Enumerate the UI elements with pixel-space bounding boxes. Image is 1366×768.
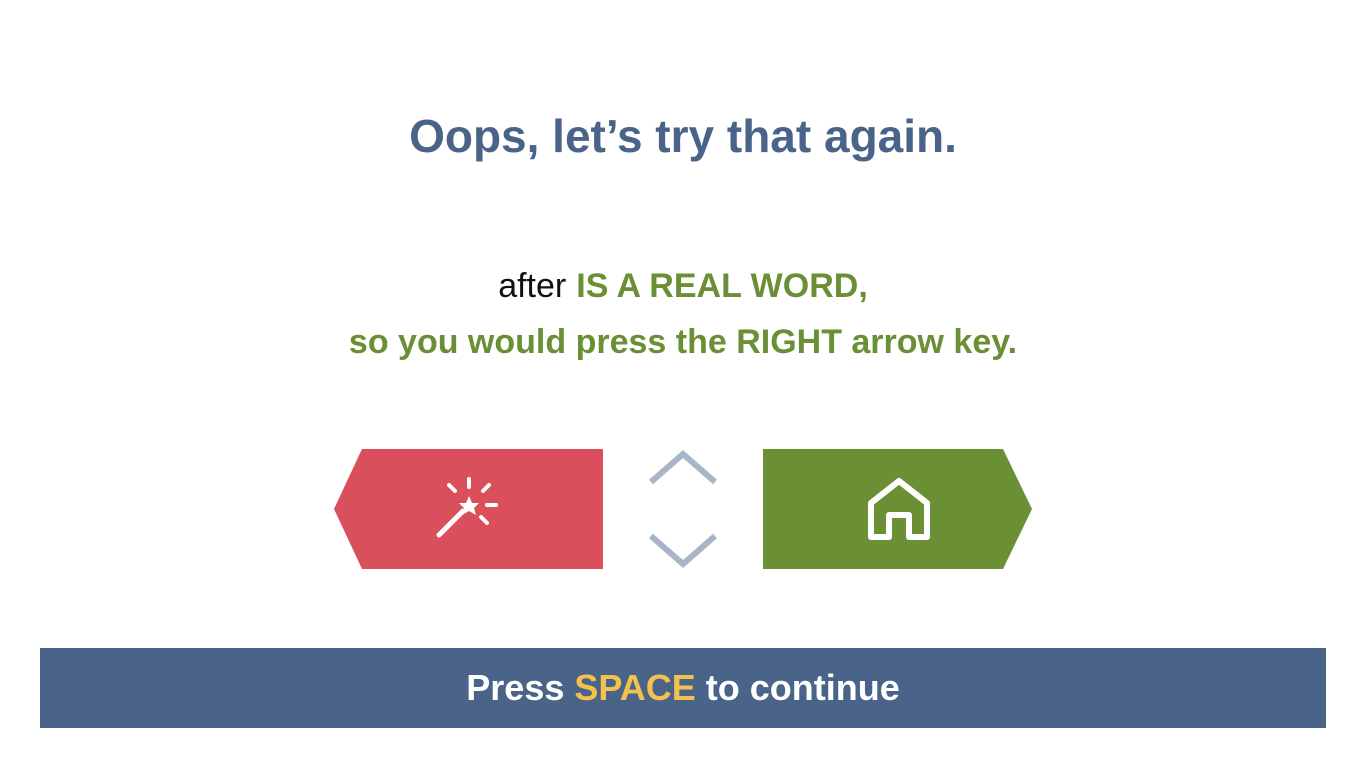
feedback-message: after IS A REAL WORD, so you would press … — [0, 258, 1366, 370]
chevron-down-icon — [649, 533, 717, 568]
continue-prefix: Press — [466, 667, 575, 708]
space-key-label: SPACE — [574, 667, 696, 708]
feedback-headline: Oops, let’s try that again. — [409, 110, 957, 162]
chevron-up-icon — [649, 450, 717, 485]
target-word: after — [498, 267, 567, 305]
feedback-line-1: after IS A REAL WORD, — [0, 258, 1366, 314]
verdict-text: IS A REAL WORD, — [576, 267, 868, 305]
continue-suffix: to continue — [695, 667, 900, 708]
left-choice-fake-word[interactable] — [334, 449, 604, 569]
continue-prompt-bar[interactable]: Press SPACE to continue — [40, 648, 1326, 728]
practice-feedback-screen: Oops, let’s try that again. after IS A RE… — [0, 0, 1366, 768]
instruction-text: so you would press the RIGHT arrow key. — [348, 323, 1018, 361]
magic-wand-icon — [436, 477, 498, 538]
house-icon — [868, 478, 930, 540]
right-choice-real-word[interactable] — [763, 449, 1033, 569]
